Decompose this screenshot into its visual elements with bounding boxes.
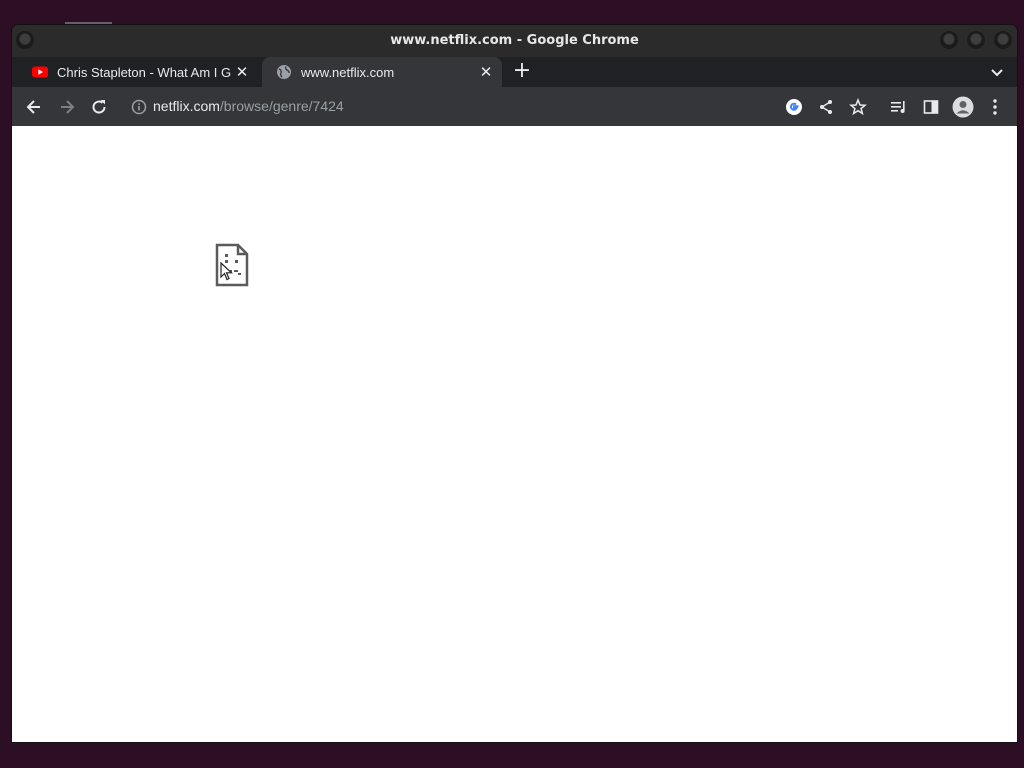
new-tab-button[interactable]: + bbox=[510, 59, 534, 83]
url-host: netflix.com bbox=[153, 98, 220, 114]
browser-toolbar: netflix.com/browse/genre/7424 bbox=[12, 87, 1017, 126]
globe-icon bbox=[276, 64, 292, 80]
page-content bbox=[12, 126, 1017, 742]
tab-label: Chris Stapleton - What Am I G bbox=[57, 64, 232, 80]
bookmark-star-icon[interactable] bbox=[848, 97, 868, 117]
address-bar[interactable]: netflix.com/browse/genre/7424 bbox=[153, 98, 344, 114]
title-bar: www.netflix.com - Google Chrome bbox=[12, 25, 1017, 57]
profile-avatar-icon[interactable] bbox=[952, 96, 974, 118]
more-menu-icon[interactable] bbox=[985, 97, 1005, 117]
window-title: www.netflix.com - Google Chrome bbox=[390, 33, 639, 48]
google-lens-icon[interactable] bbox=[784, 97, 804, 117]
browser-window: www.netflix.com - Google Chrome Chris St… bbox=[12, 25, 1017, 742]
site-info-icon[interactable] bbox=[129, 97, 149, 117]
close-window-button[interactable] bbox=[994, 31, 1012, 49]
reload-icon[interactable] bbox=[89, 97, 109, 117]
back-arrow-icon[interactable] bbox=[24, 97, 44, 117]
tab-netflix[interactable]: www.netflix.com ✕ bbox=[262, 57, 502, 87]
side-panel-icon[interactable] bbox=[921, 97, 941, 117]
tab-strip: Chris Stapleton - What Am I G ✕ www.netf… bbox=[12, 57, 1017, 87]
url-path: /browse/genre/7424 bbox=[219, 98, 344, 114]
maximize-button[interactable] bbox=[967, 31, 985, 49]
media-queue-icon[interactable] bbox=[889, 97, 909, 117]
tab-close-icon[interactable]: ✕ bbox=[476, 63, 496, 81]
desktop-panel-indicator bbox=[65, 22, 112, 24]
tab-youtube[interactable]: Chris Stapleton - What Am I G ✕ bbox=[18, 57, 258, 87]
mouse-cursor-icon bbox=[220, 262, 234, 282]
forward-arrow-icon[interactable] bbox=[57, 97, 77, 117]
tab-label: www.netflix.com bbox=[301, 64, 395, 80]
tab-close-icon[interactable]: ✕ bbox=[232, 63, 252, 81]
minimize-button[interactable] bbox=[940, 31, 958, 49]
share-icon[interactable] bbox=[816, 97, 836, 117]
youtube-icon bbox=[32, 64, 48, 80]
tab-search-chevron-icon[interactable] bbox=[987, 62, 1007, 82]
